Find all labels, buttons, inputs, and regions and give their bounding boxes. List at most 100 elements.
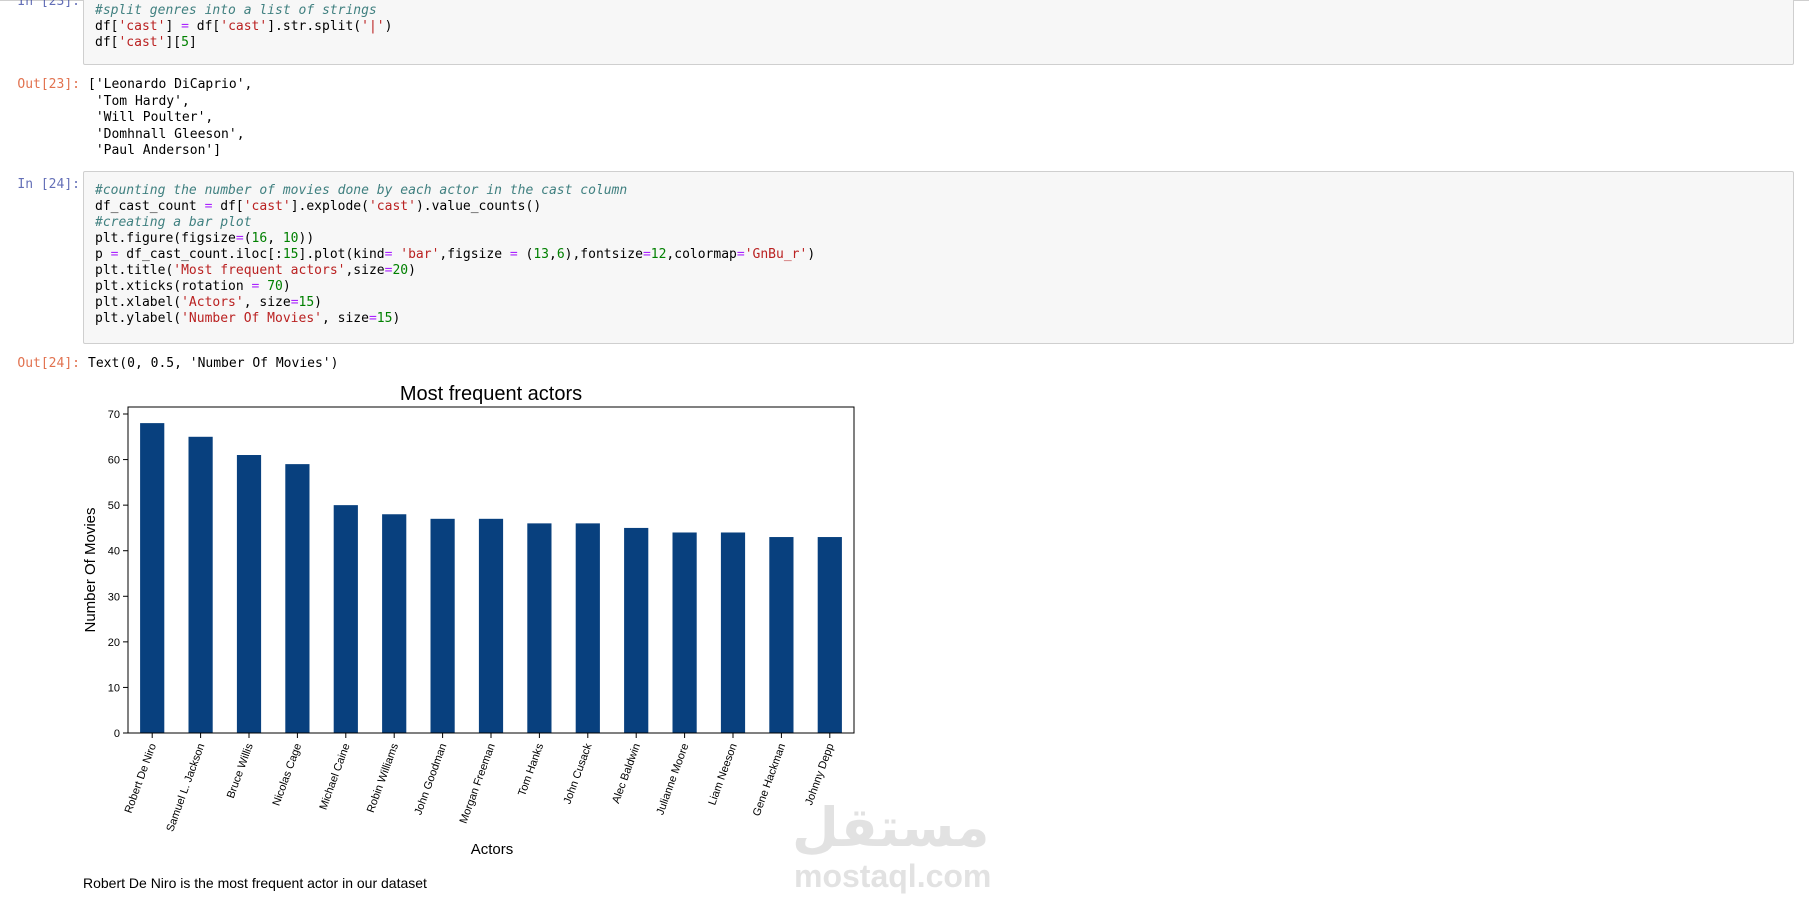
x-tick-label: Julianne Moore [654,742,691,817]
code-line[interactable]: plt.xticks(rotation = 70) [95,279,1793,295]
code-token: ).value_counts() [415,199,542,214]
y-tick-label: 10 [108,682,120,694]
y-axis: 0 10 20 30 40 50 60 70 [108,409,128,740]
x-tick-label: Bruce Willis [225,741,256,800]
code-token: #counting the number of movies done by e… [95,183,628,198]
code-token: 70 [267,279,283,294]
y-tick-label: 20 [108,637,120,649]
x-tick-label: Gene Hackman [751,742,788,818]
watermark-logo-text: mostaql.com [794,858,992,894]
output-line: 'Tom Hardy', [88,93,190,109]
output-line: Text(0, 0.5, 'Number Of Movies') [88,356,339,371]
code-token: 'Actors' [181,295,244,310]
code-token: 15 [376,311,393,326]
bar [720,532,746,733]
code-token: 'cast' [368,199,416,214]
output-line: 'Paul Anderson'] [88,143,222,159]
code-token: ) [282,279,291,294]
code-token: ][ [165,35,182,50]
code-token: ) [807,247,816,262]
code-token: df[ [212,199,244,214]
code-token: 16 [251,231,268,246]
code-token: 'bar' [400,247,440,262]
code-token: ].plot(kind [298,247,385,262]
output-prompt-24: Out[24]: [17,356,80,371]
y-tick-label: 60 [108,455,120,467]
code-line[interactable]: plt.ylabel('Number Of Movies', size=15) [95,311,1793,327]
x-tick-label: Samuel L. Jackson [164,742,207,833]
code-line[interactable]: df_cast_count = df['cast'].explode('cast… [95,199,1793,215]
code-token: plt.ylabel( [95,311,182,326]
code-token: 'cast' [118,35,166,50]
bar [575,523,600,733]
code-token: 5 [181,35,189,50]
input-prompt-24: In [24]: [17,177,80,192]
bar [624,527,649,733]
code-token: , [267,231,283,246]
code-token: ) [392,311,401,326]
y-tick-label: 30 [108,591,120,603]
x-tick-label: Tom Hanks [516,741,546,797]
code-line[interactable]: p = df_cast_count.iloc[:15].plot(kind = '… [95,247,1793,263]
code-token: , [549,247,557,262]
code-editor[interactable]: #split genres into a list of strings df['… [84,0,1793,51]
code-token: plt.title( [95,263,174,278]
code-line[interactable]: df['cast'] = df['cast'].str.split('|') [95,19,1793,35]
code-token: )) [298,231,315,246]
y-axis-label: Number Of Movies [82,507,99,632]
code-token: #creating a bar plot [95,215,252,230]
code-line[interactable]: plt.title('Most frequent actors',size=20… [95,263,1793,279]
code-token: 'cast' [220,19,268,34]
watermark-logo-arabic: مستقل [792,796,990,859]
code-token: ].str.split( [267,19,362,34]
input-prompt-23: In [23]: [17,0,80,9]
bar-chart: Most frequent actors 0 10 20 30 40 50 60 70 Rob… [82,383,855,858]
x-tick-label: Nicolas Cage [271,742,305,808]
x-tick-label: Robin Williams [365,741,401,814]
bar [333,505,358,733]
code-token: = [181,19,189,34]
code-line[interactable]: #creating a bar plot [95,215,1793,231]
code-cell-23[interactable]: #split genres into a list of strings df['… [83,0,1794,65]
y-tick-label: 40 [108,546,120,558]
code-token: ( [517,247,534,262]
code-token: df_cast_count.iloc[: [118,247,283,262]
output-line: ['Leonardo DiCaprio', [88,77,253,92]
x-tick-label: John Goodman [412,742,449,817]
code-token: ),fontsize [564,247,643,262]
output-line: 'Will Poulter', [88,110,214,126]
code-token: df[ [188,19,221,34]
code-token: 12 [650,247,667,262]
code-token: 'GnBu_r' [744,247,808,262]
code-token: 10 [282,231,299,246]
code-token: p [95,247,111,262]
code-line[interactable]: #counting the number of movies done by e… [95,183,1793,199]
code-token: , size [321,311,369,326]
code-token: 20 [392,263,409,278]
code-token: 'Most frequent actors' [173,263,346,278]
bar [478,518,504,733]
code-token: ] [188,35,197,50]
code-token: ,size [345,263,385,278]
x-tick-label: Liam Neeson [706,742,739,807]
code-line[interactable]: #split genres into a list of strings [95,3,1793,19]
code-cell-24[interactable]: #counting the number of movies done by e… [83,171,1794,344]
code-line[interactable]: plt.xlabel('Actors', size=15) [95,295,1793,311]
code-token: df_cast_count [95,199,205,214]
markdown-text: Robert De Niro is the most frequent acto… [83,875,427,891]
x-tick-label: John Cusack [562,741,595,805]
code-token: plt.figure(figsize [95,231,236,246]
cell-output-24: Text(0, 0.5, 'Number Of Movies') [88,356,338,373]
code-editor[interactable]: #counting the number of movies done by e… [84,172,1793,327]
code-token: ,figsize [439,247,510,262]
x-tick-label: Robert De Niro [123,742,159,815]
x-tick-label: Michael Caine [318,742,353,812]
code-token: ] [165,19,182,34]
y-tick-label: 70 [108,409,120,421]
code-line[interactable]: plt.figure(figsize=(16, 10)) [95,231,1793,247]
code-token: ( [243,231,252,246]
code-line[interactable]: df['cast'][5] [95,35,1793,51]
chart-title: Most frequent actors [400,383,582,405]
bar [140,423,165,733]
bar [285,464,310,733]
